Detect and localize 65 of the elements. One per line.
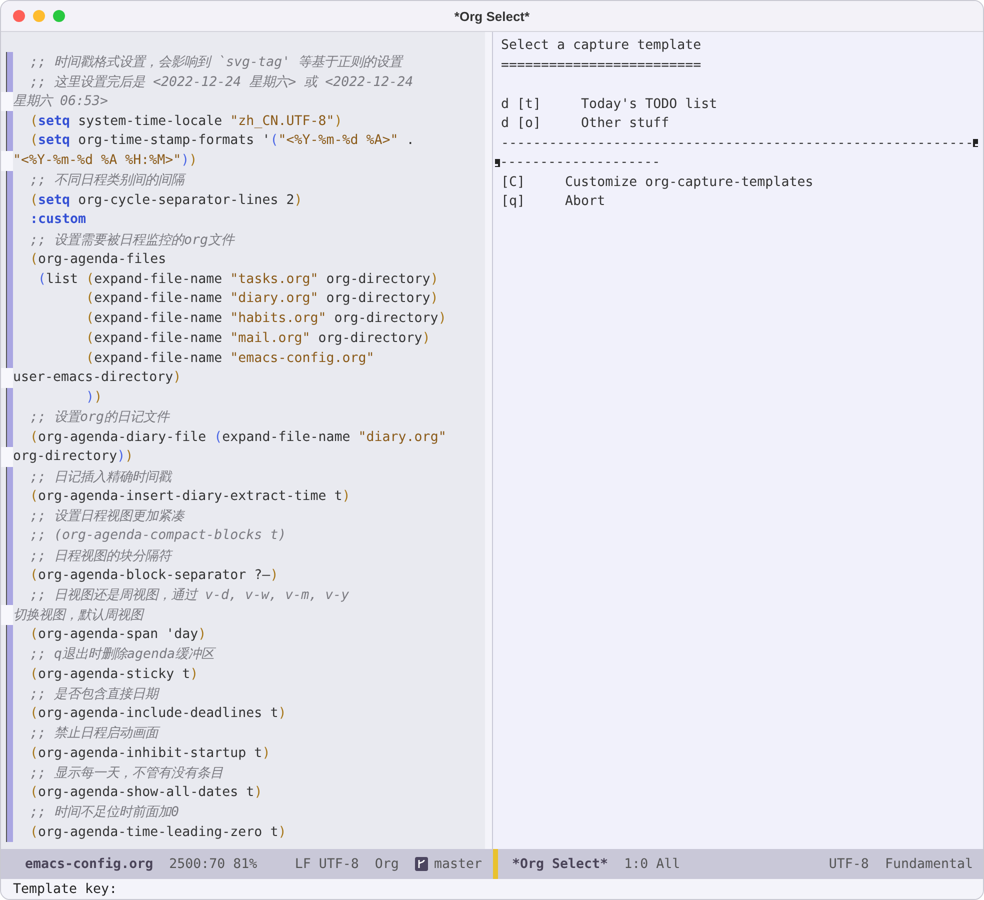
- mode-line-text: master: [434, 856, 482, 872]
- code-line: ;; 时间不足位时前面加0: [29, 804, 180, 822]
- minimize-button[interactable]: [33, 10, 45, 22]
- code-line: "<%Y-%m-%d %A %H:%M>")): [13, 153, 198, 168]
- minibuffer-prompt: Template key:: [13, 882, 118, 896]
- code-line: :custom: [29, 212, 86, 228]
- mode-line-text: 1:0 All: [624, 856, 680, 872]
- code-line: ;; q退出时删除agenda缓冲区: [29, 646, 214, 664]
- buffer-name: *Org Select*: [512, 856, 608, 872]
- window-title: *Org Select*: [454, 8, 530, 24]
- code-line: (org-agenda-block-separator ?—): [29, 568, 278, 583]
- code-line: ;; 设置需要被日程监控的org文件: [29, 232, 234, 249]
- separator-line: --------------------: [500, 155, 660, 170]
- code-line: (expand-file-name "diary.org" org-directory): [85, 291, 438, 306]
- code-line: (org-agenda-inhibit-startup t): [29, 746, 270, 761]
- code-line: (setq system-time-locale "zh_CN.UTF-8"): [29, 114, 342, 129]
- mode-line-text: Fundamental: [884, 856, 973, 872]
- code-line: (org-agenda-files: [29, 252, 166, 267]
- code-line: ;; 是否包含直接日期: [29, 686, 158, 703]
- menu-line: =========================: [501, 58, 702, 73]
- menu-line: Select a capture template: [501, 38, 702, 54]
- code-line: )): [85, 390, 102, 406]
- code-line: (org-agenda-insert-diary-extract-time t): [29, 488, 350, 504]
- code-line: (org-agenda-sticky t): [29, 666, 198, 682]
- buffer-name: emacs-config.org: [25, 856, 154, 872]
- code-line: (expand-file-name "mail.org" org-directory): [85, 330, 430, 346]
- code-line: user-emacs-directory): [13, 370, 182, 386]
- mode-line-text: 2500:70 81%: [169, 856, 258, 872]
- code-line: 星期六 06:53>: [13, 93, 108, 110]
- menu-line: d [o] Other stuff: [501, 116, 670, 132]
- mode-line-text: Org: [374, 856, 399, 872]
- code-line: ;; 显示每一天，不管有没有条目: [29, 764, 224, 782]
- code-line: (list (expand-file-name "tasks.org" org-directory): [37, 272, 438, 287]
- code-line: (org-agenda-time-leading-zero t): [29, 824, 286, 840]
- code-line: (org-agenda-diary-file (expand-file-name "diary.org": [29, 430, 446, 445]
- code-line: (setq org-cycle-separator-lines 2): [29, 192, 302, 208]
- code-line: (setq org-time-stamp-formats '("<%Y-%m-%d %A>" .: [29, 133, 414, 148]
- mode-line-text: LF UTF-8: [294, 856, 359, 872]
- code-line: (org-agenda-show-all-dates t): [29, 785, 262, 800]
- mode-line-text: UTF-8: [828, 856, 869, 872]
- menu-line: d [t] Today's TODO list: [501, 96, 718, 112]
- wrap-arrow-icon: [973, 138, 980, 148]
- code-line: (expand-file-name "habits.org" org-directory): [85, 311, 446, 326]
- zoom-button[interactable]: [53, 10, 65, 22]
- code-line: (expand-file-name "emacs-config.org": [85, 350, 374, 366]
- separator-line: -----------------------------------------------------------: [501, 136, 974, 151]
- code-line: ;; 这里设置完后是 <2022-12-24 星期六> 或 <2022-12-24: [29, 74, 414, 91]
- code-line: (org-agenda-span 'day): [29, 627, 206, 642]
- code-line: ;; 日记插入精确时间戳: [29, 468, 172, 486]
- git-branch-icon: [414, 857, 428, 871]
- code-line: ;; 设置org的日记文件: [29, 409, 170, 426]
- code-line: ;; 设置日程视图更加紧凑: [29, 508, 184, 526]
- code-line: ;; 不同日程类别间的间隔: [29, 172, 184, 190]
- code-line: 切换视图，默认周视图: [13, 606, 143, 624]
- close-button[interactable]: [13, 10, 25, 22]
- code-line: ;; 时间戳格式设置，会影响到 `svg-tag' 等基于正则的设置: [29, 54, 402, 71]
- menu-line: [C] Customize org-capture-templates: [501, 174, 814, 190]
- code-line: ;; 日视图还是周视图，通过 v-d, v-w, v-m, v-y: [29, 587, 350, 604]
- code-line: org-directory)): [13, 449, 134, 464]
- code-line: ;; (org-agenda-compact-blocks t): [29, 528, 286, 544]
- continuation-arrow-icon: [493, 158, 500, 168]
- menu-line: [q] Abort: [501, 194, 606, 210]
- code-line: ;; 日程视图的块分隔符: [29, 548, 172, 565]
- code-line: ;; 禁止日程启动画面: [29, 724, 158, 742]
- code-line: (org-agenda-include-deadlines t): [29, 706, 286, 722]
